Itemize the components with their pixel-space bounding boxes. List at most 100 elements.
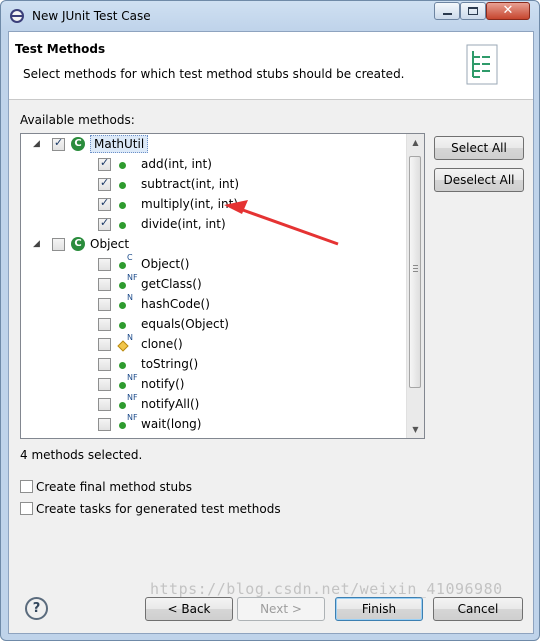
tree-item-label: Object [90,237,130,251]
maximize-button[interactable] [460,2,486,20]
tasks-label: Create tasks for generated test methods [36,502,281,516]
tree-item-label: getClass() [141,277,202,291]
public-method-icon [119,182,126,189]
back-button[interactable]: < Back [145,597,233,621]
select-all-button[interactable]: Select All [434,136,524,160]
page-description: Select methods for which test method stu… [23,67,405,81]
help-icon[interactable]: ? [25,597,48,620]
tree-method-row[interactable]: NhashCode() [21,293,411,315]
dialog-window: New JUnit Test Case ✕ Test Methods Selec… [0,0,540,641]
modifier-icon: NF [127,393,138,402]
method-checkbox[interactable] [98,318,111,331]
tree-item-label: notify() [141,377,185,391]
dialog-body: Test Methods Select methods for which te… [8,31,534,634]
method-checkbox[interactable] [98,216,111,231]
scroll-down-icon[interactable]: ▼ [407,421,424,438]
page-title: Test Methods [15,42,106,56]
watermark: https://blog.csdn.net/weixin_41096980 [150,580,503,598]
tree-method-row[interactable]: NF notify() [21,373,411,395]
next-button[interactable]: Next > [237,597,325,621]
modifier-icon: NF [127,373,138,382]
tree-method-row[interactable]: Nclone() [21,333,411,355]
tree-item-label: notifyAll() [141,397,200,411]
method-checkbox[interactable] [98,258,111,271]
public-method-icon [119,402,126,409]
tree-item-label: multiply(int, int) [141,197,239,211]
modifier-icon: NF [127,273,138,282]
public-method-icon [119,382,126,389]
tree-method-row[interactable]: divide(int, int) [21,215,411,235]
method-checkbox[interactable] [98,418,111,431]
modifier-icon: N [127,333,133,342]
tree-method-row[interactable]: multiply(int, int) [21,195,411,215]
tree-class-row[interactable]: ◢ C MathUtil [21,135,411,155]
window-title: New JUnit Test Case [32,9,151,23]
selection-count: 4 methods selected. [20,448,143,462]
method-checkbox[interactable] [98,196,111,211]
maximize-icon [468,7,478,15]
scroll-thumb[interactable] [409,156,421,388]
close-button[interactable]: ✕ [486,2,530,20]
public-method-icon [119,362,126,369]
method-checkbox[interactable] [98,156,111,171]
method-checkbox[interactable] [98,338,111,351]
public-method-icon [119,282,126,289]
public-method-icon [119,422,126,429]
public-method-icon [119,222,126,229]
expand-toggle-icon[interactable]: ◢ [33,139,40,149]
modifier-icon: C [127,253,133,262]
tree-method-row[interactable]: NF wait(long) [21,413,411,435]
final-stubs-label: Create final method stubs [36,480,192,494]
tree-scrollbar[interactable]: ▲ ▼ [406,134,424,438]
title-bar[interactable]: New JUnit Test Case ✕ [1,1,539,31]
eclipse-icon [10,9,24,23]
tree-method-row[interactable]: subtract(int, int) [21,175,411,195]
minimize-button[interactable] [434,2,460,20]
modifier-icon: N [127,293,133,302]
tasks-checkbox[interactable] [20,502,33,515]
method-checkbox[interactable] [98,278,111,291]
tree-item-label: equals(Object) [141,317,229,331]
method-checkbox[interactable] [98,398,111,411]
modifier-icon: NF [127,413,138,422]
method-checkbox[interactable] [98,378,111,391]
final-stubs-checkbox[interactable] [20,480,33,493]
method-checkbox[interactable] [52,238,65,251]
method-checkbox[interactable] [52,136,65,151]
methods-tree[interactable]: ◢ C MathUtil add(int, int) subtract(int, int… [20,133,425,439]
minimize-icon [443,13,452,15]
tree-item-label: toString() [141,357,199,371]
tree-item-label: Object() [141,257,190,271]
close-icon: ✕ [502,3,514,18]
tree-class-row[interactable]: ◢ C Object [21,235,411,255]
public-method-icon [119,322,126,329]
tree-method-row[interactable]: add(int, int) [21,155,411,175]
expand-toggle-icon[interactable]: ◢ [33,239,40,249]
protected-method-icon [117,340,129,352]
class-icon: C [71,237,85,251]
cancel-button[interactable]: Cancel [433,597,523,621]
method-checkbox[interactable] [98,298,111,311]
scroll-up-icon[interactable]: ▲ [407,134,424,151]
tree-method-row[interactable]: NF getClass() [21,273,411,295]
tree-method-row[interactable]: equals(Object) [21,315,411,335]
tree-item-label: MathUtil [90,135,149,153]
tree-item-label: clone() [141,337,183,351]
test-methods-banner-icon [466,44,498,85]
tree-method-row[interactable]: toString() [21,355,411,375]
tree-method-row[interactable]: NF notifyAll() [21,393,411,415]
tree-item-label: wait(long) [141,417,202,431]
tree-item-label: divide(int, int) [141,217,226,231]
public-method-icon [119,162,126,169]
finish-button[interactable]: Finish [335,597,423,621]
tree-item-label: add(int, int) [141,157,212,171]
method-checkbox[interactable] [98,358,111,371]
public-method-icon [119,262,126,269]
tree-item-label: hashCode() [141,297,210,311]
class-icon: C [71,137,85,151]
deselect-all-button[interactable]: Deselect All [434,168,524,192]
wizard-header: Test Methods Select methods for which te… [9,32,533,100]
public-method-icon [119,202,126,209]
tree-method-row[interactable]: C Object() [21,253,411,275]
method-checkbox[interactable] [98,176,111,191]
